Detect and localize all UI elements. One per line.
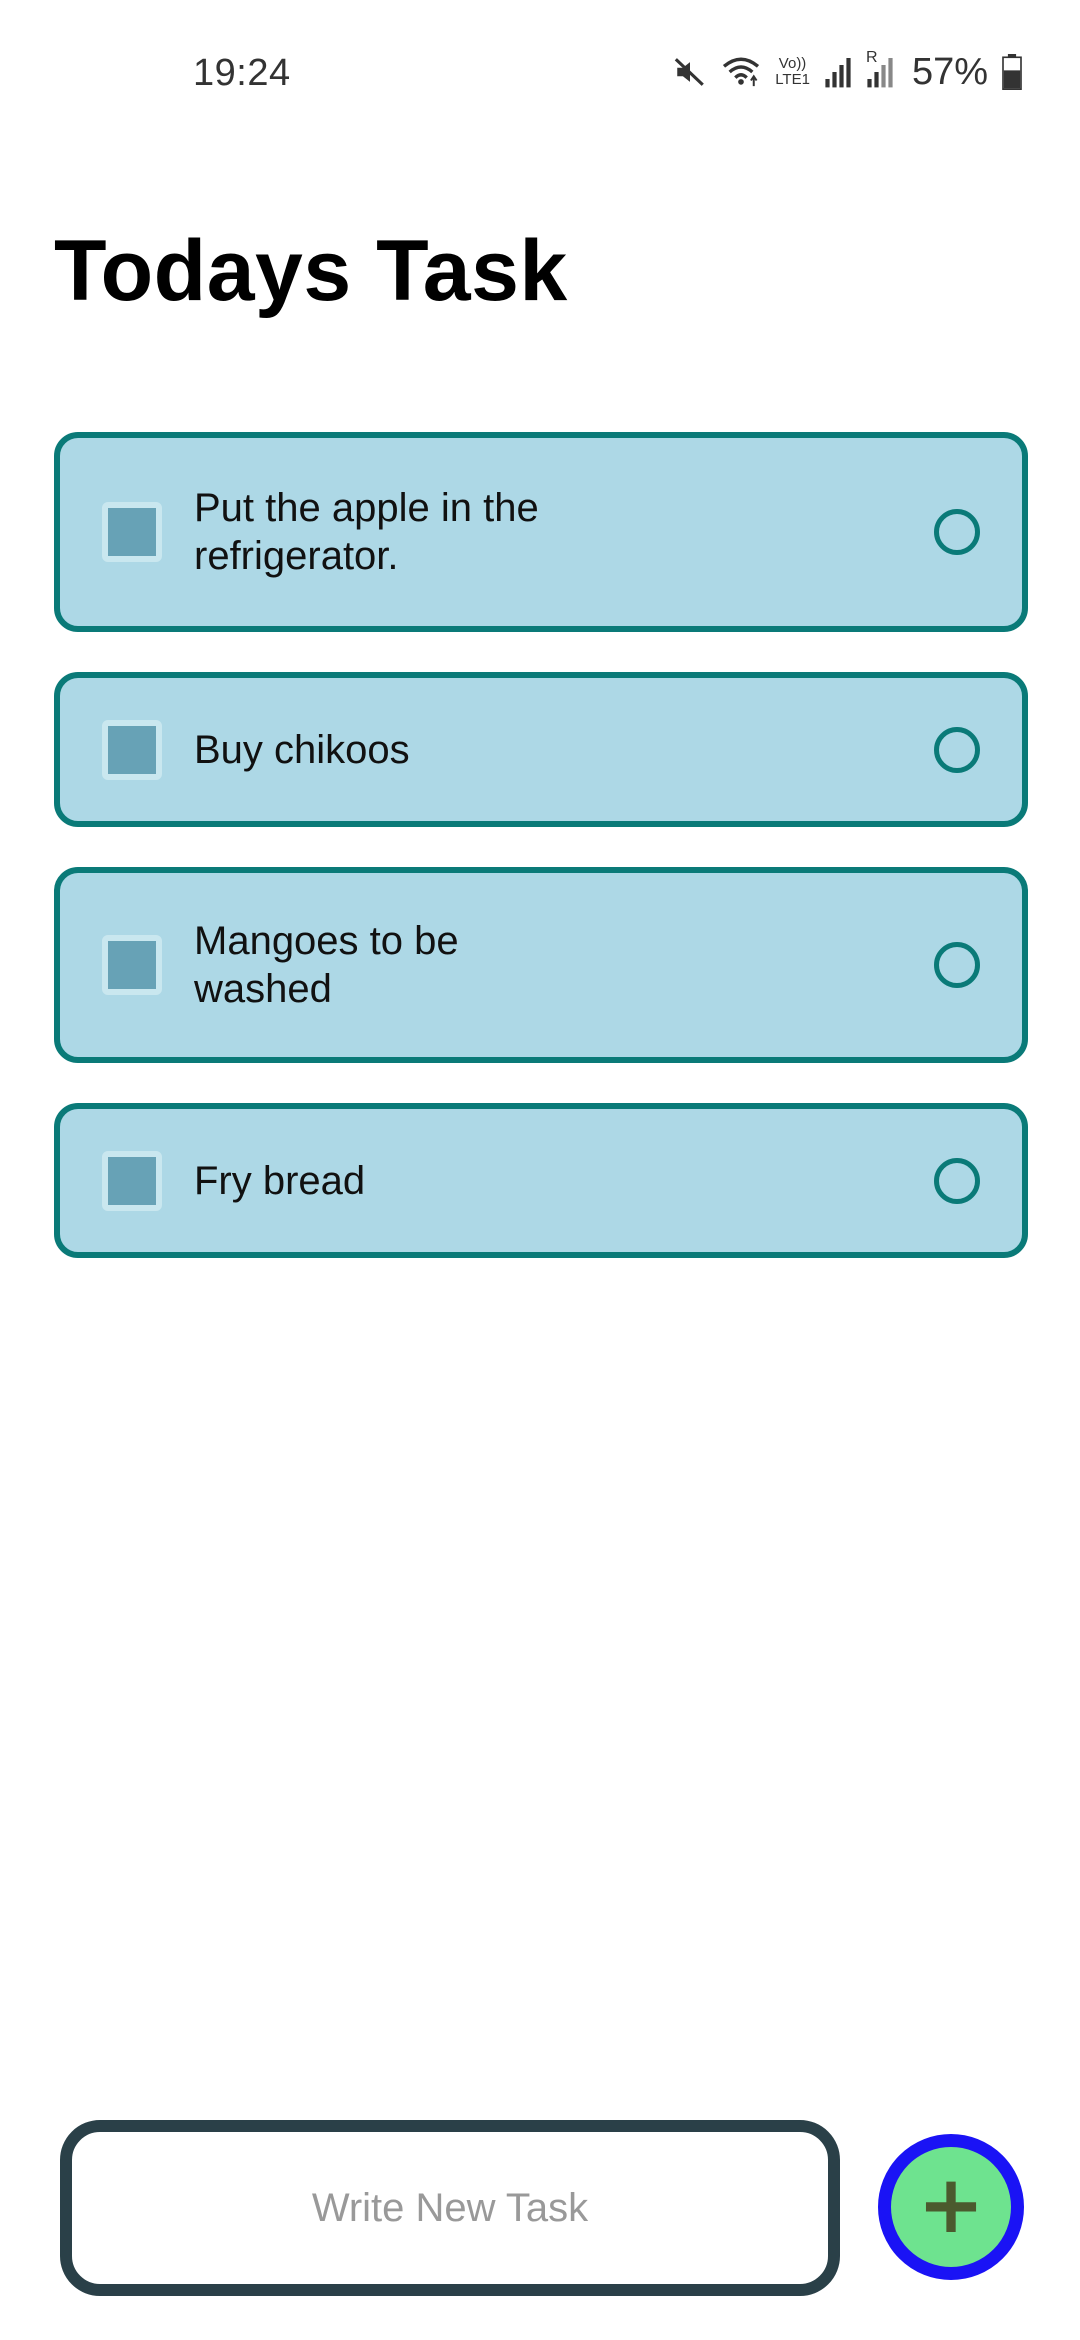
- battery-percentage: 57%: [911, 50, 988, 93]
- add-task-button[interactable]: +: [878, 2134, 1024, 2280]
- task-card[interactable]: Put the apple in the refrigerator.: [54, 432, 1028, 632]
- task-text: Fry bread: [194, 1158, 366, 1203]
- volte-label-bottom: LTE1: [775, 71, 810, 88]
- battery-icon: [1002, 54, 1022, 90]
- task-checkbox[interactable]: [102, 719, 162, 780]
- task-list: Put the apple in the refrigerator. Buy c…: [54, 432, 1028, 1298]
- task-complete-circle[interactable]: [934, 509, 980, 555]
- roaming-label: R: [865, 49, 878, 66]
- task-complete-circle[interactable]: [934, 726, 980, 773]
- wifi-icon: [721, 55, 761, 89]
- status-bar: 19:24 Vo)) LTE1 R 57%: [0, 0, 1080, 150]
- task-card[interactable]: Mangoes to be washed: [54, 867, 1028, 1063]
- volte-label-top: Vo)): [778, 55, 807, 72]
- task-text: Mangoes to be washed: [194, 919, 459, 1011]
- task-complete-circle[interactable]: [934, 1157, 980, 1204]
- task-checkbox[interactable]: [102, 935, 162, 995]
- roaming-signal-icon: R: [866, 49, 894, 89]
- task-card[interactable]: Fry bread: [54, 1103, 1028, 1258]
- signal-icon: [824, 55, 852, 89]
- task-text: Put the apple in the refrigerator.: [194, 486, 539, 578]
- task-checkbox[interactable]: [102, 502, 162, 562]
- task-checkbox[interactable]: [102, 1150, 162, 1211]
- task-text: Buy chikoos: [194, 727, 410, 772]
- task-complete-circle[interactable]: [934, 942, 980, 988]
- status-icons: Vo)) LTE1 R 57%: [673, 49, 1022, 94]
- plus-icon: +: [917, 2158, 985, 2251]
- page-title: Todays Task: [54, 223, 568, 319]
- new-task-input[interactable]: [60, 2120, 840, 2296]
- task-card[interactable]: Buy chikoos: [54, 672, 1028, 827]
- mute-icon: [673, 55, 707, 89]
- volte-icon: Vo)) LTE1: [775, 56, 810, 88]
- status-time: 19:24: [193, 52, 291, 94]
